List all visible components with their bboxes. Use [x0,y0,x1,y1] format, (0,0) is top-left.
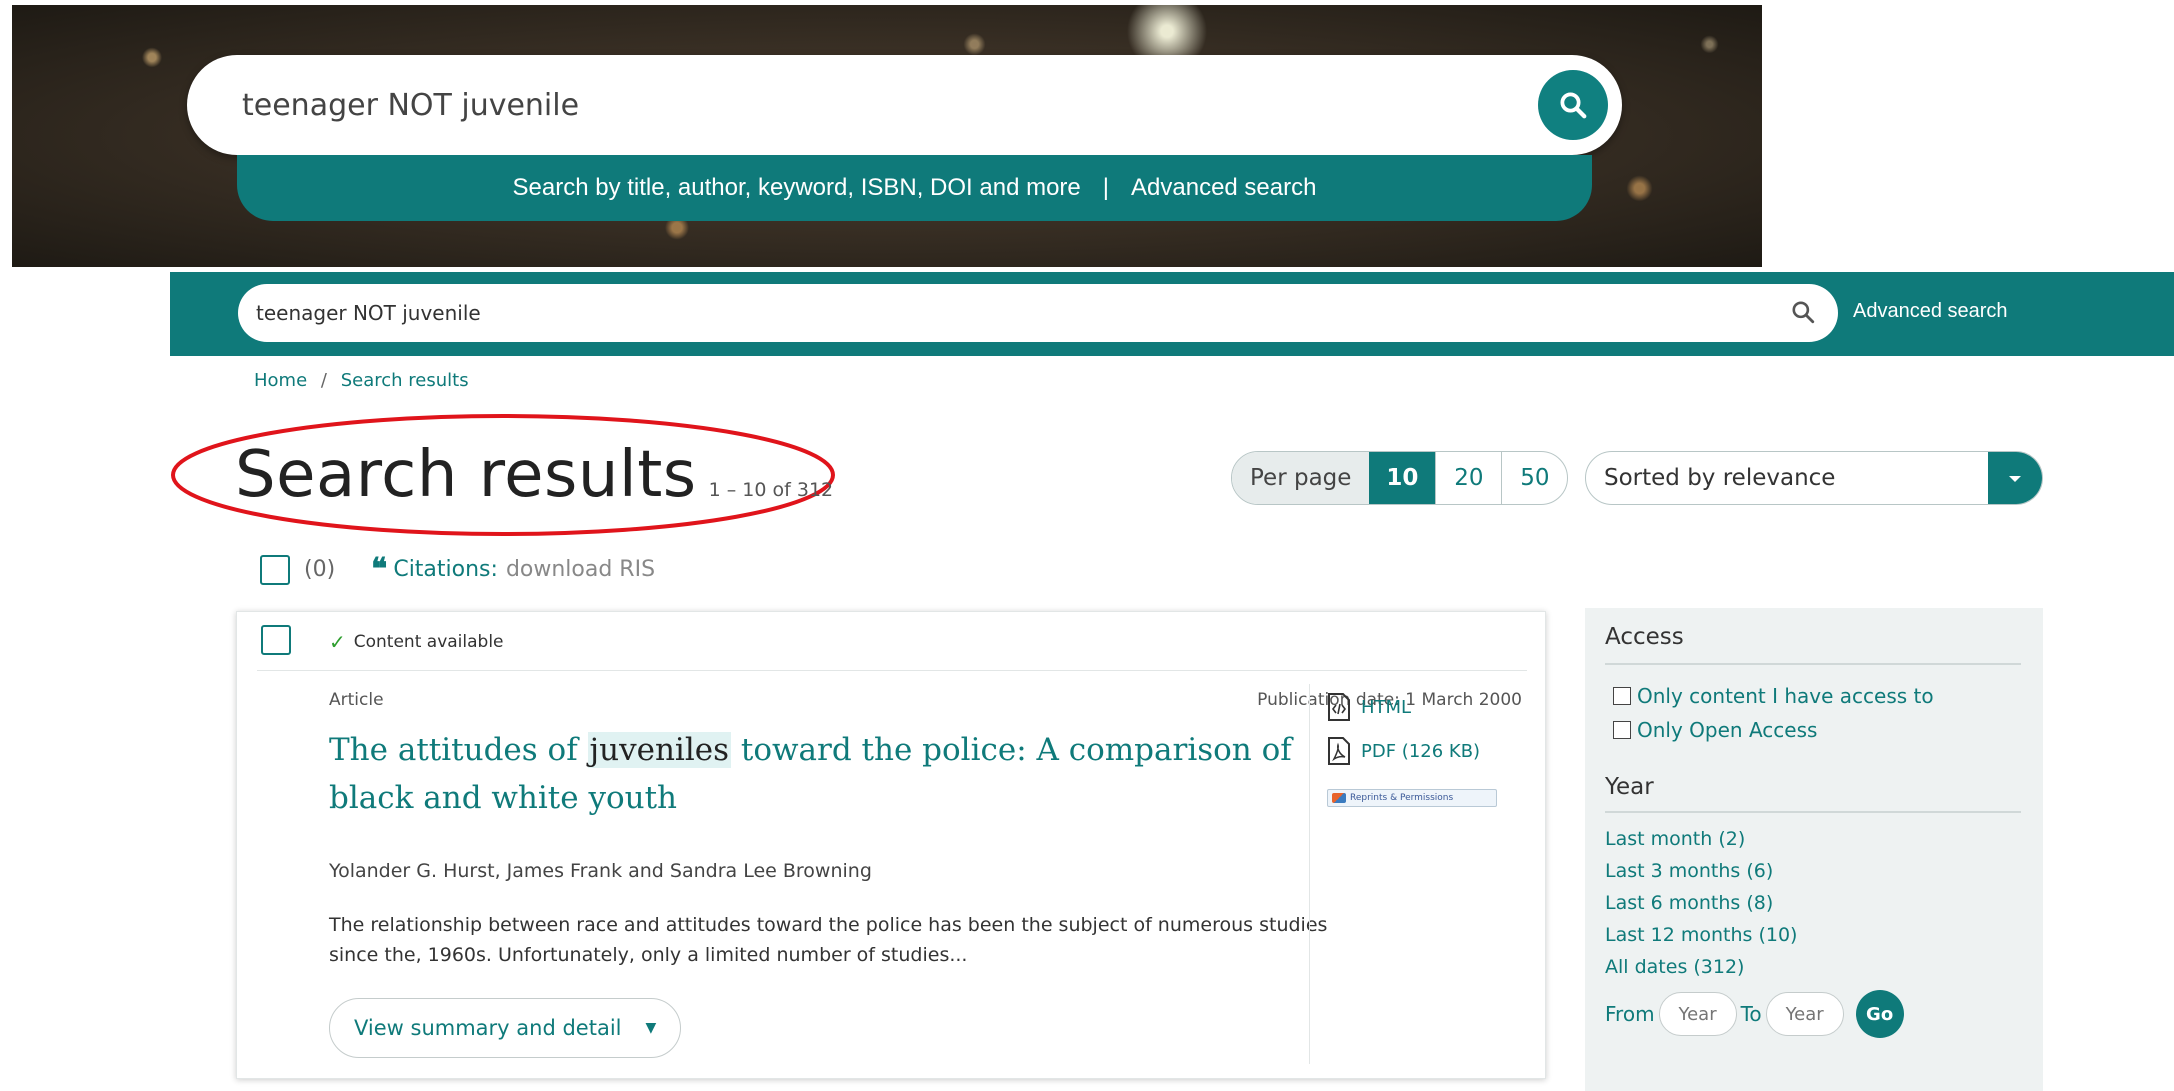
hero-search-box [187,55,1622,155]
filters-sidebar: Access Only content I have access to Onl… [1585,608,2043,1091]
page-title: Search results [235,438,697,512]
year-last-3-months[interactable]: Last 3 months (6) [1605,860,1773,882]
year-all-dates[interactable]: All dates (312) [1605,956,1744,978]
publication-date: Publication date: 1 March 2000 [1257,690,1522,710]
selected-count: (0) [304,557,336,582]
card-vertical-divider [1309,684,1310,1064]
view-summary-button[interactable]: View summary and detail ▼ [329,998,682,1058]
hero-tagline: Search by title, author, keyword, ISBN, … [512,174,1081,201]
year-range-filter: From To Go [1605,990,1904,1038]
html-file-icon [1328,693,1350,721]
year-divider [1605,811,2021,813]
per-page-selector: Per page 10 20 50 [1231,451,1569,505]
sort-dropdown-button[interactable] [1988,452,2042,504]
breadcrumb-separator: / [320,370,327,391]
to-label: To [1740,1002,1762,1026]
filter-only-accessible[interactable]: Only content I have access to [1613,684,1934,708]
reprints-icon [1332,793,1346,803]
header-advanced-search-link[interactable]: Advanced search [1853,300,2008,323]
pdf-format-link[interactable]: PDF (126 KB) [1327,736,1480,766]
access-divider [1605,663,2021,665]
year-heading: Year [1605,774,1654,800]
per-page-option-20[interactable]: 20 [1435,452,1501,504]
hero-advanced-search-link[interactable]: Advanced search [1131,174,1316,202]
pdf-format-label: PDF (126 KB) [1361,740,1481,762]
html-format-link[interactable]: HTML [1327,692,1411,722]
html-format-label: HTML [1361,696,1412,718]
reprints-label: Reprints & Permissions [1350,793,1454,803]
breadcrumb: Home / Search results [254,370,469,391]
availability-text: Content available [353,632,504,652]
per-page-label: Per page [1232,452,1370,504]
hero-banner: Search by title, author, keyword, ISBN, … [12,5,1762,267]
article-abstract: The relationship between race and attitu… [329,914,1328,966]
hero-separator: | [1102,174,1110,201]
content-available-badge: ✓ Content available [329,630,504,654]
selection-toolbar: (0) ❝ Citations: download RIS [260,552,655,587]
filter-open-access-label: Only Open Access [1637,718,1818,742]
pdf-file-icon [1328,737,1350,765]
access-heading: Access [1605,624,1684,650]
result-checkbox[interactable] [261,625,291,655]
sort-select[interactable]: Sorted by relevance [1585,451,2043,505]
hero-search-input[interactable] [242,79,1442,131]
result-card: ✓ Content available Article Publication … [236,611,1546,1079]
go-button[interactable]: Go [1855,990,1904,1038]
citations-download[interactable]: ❝ Citations: download RIS [371,552,655,587]
year-last-month[interactable]: Last month (2) [1605,828,1745,850]
checkbox[interactable] [1613,687,1631,705]
sort-value: Sorted by relevance [1604,465,1836,491]
caret-down-icon: ▼ [645,1020,657,1036]
citations-label: Citations: [393,557,498,582]
filter-only-accessible-label: Only content I have access to [1637,684,1934,708]
select-all-checkbox[interactable] [260,554,290,585]
filter-open-access[interactable]: Only Open Access [1613,718,1817,742]
per-page-option-10[interactable]: 10 [1369,452,1436,504]
result-count: 1 – 10 of 312 [708,479,834,501]
to-year-input[interactable] [1765,992,1844,1036]
header-search-input[interactable] [256,294,1706,332]
search-icon [1560,92,1587,119]
article-title-link[interactable]: The attitudes of juveniles toward the po… [329,726,1329,822]
from-label: From [1605,1002,1655,1026]
quote-icon: ❝ [371,552,388,587]
from-year-input[interactable] [1658,992,1737,1036]
checkbox[interactable] [1613,721,1631,739]
hero-search-button[interactable] [1538,70,1608,140]
article-title-part: The attitudes of [329,732,588,768]
reprints-permissions-button[interactable]: Reprints & Permissions [1327,789,1497,807]
breadcrumb-current: Search results [340,370,469,391]
per-page-option-50[interactable]: 50 [1501,452,1567,504]
header-search-box [238,284,1838,342]
year-last-12-months[interactable]: Last 12 months (10) [1605,924,1797,946]
breadcrumb-home[interactable]: Home [254,370,307,391]
citations-download-link[interactable]: download RIS [506,557,655,582]
header-bar: Advanced search [170,272,2174,356]
hero-tagline-bar: Search by title, author, keyword, ISBN, … [237,155,1592,221]
page-title-group: Search results 1 – 10 of 312 [235,438,833,512]
search-term-highlight: juveniles [587,732,732,768]
card-divider [257,670,1527,671]
article-type: Article [329,690,384,710]
year-last-6-months[interactable]: Last 6 months (8) [1605,892,1773,914]
article-authors: Yolander G. Hurst, James Frank and Sandr… [329,860,872,882]
view-summary-label: View summary and detail [354,1016,622,1040]
check-icon: ✓ [329,630,346,654]
caret-down-icon [2009,476,2021,482]
search-icon[interactable] [1790,299,1816,325]
